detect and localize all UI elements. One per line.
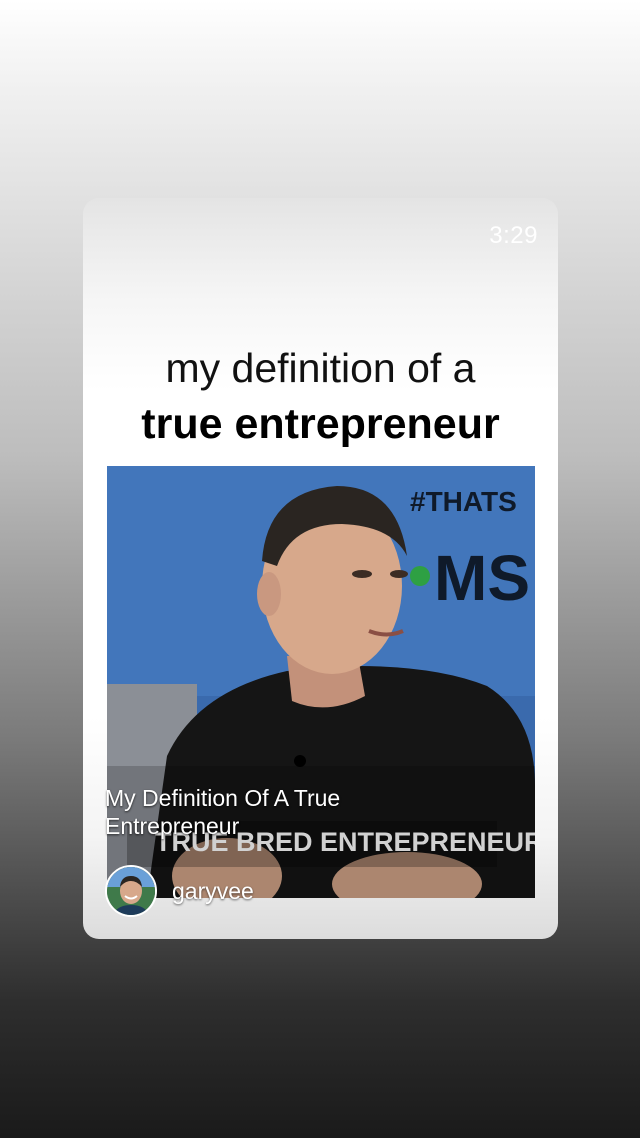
backdrop-logo-text: MS [434, 542, 530, 614]
headline-line-2: true entrepreneur [141, 400, 500, 448]
channel-avatar-icon [107, 867, 155, 915]
backdrop-hashtag: #THATS [410, 486, 517, 517]
headline-line-1: my definition of a [165, 345, 476, 391]
channel-avatar[interactable] [105, 865, 157, 917]
channel-name[interactable]: garyvee [172, 878, 254, 905]
video-duration: 3:29 [489, 222, 538, 249]
video-title[interactable]: My Definition Of A True Entrepreneur [105, 784, 425, 840]
story-card[interactable]: 3:29 my definition of a true entrepreneu… [83, 198, 558, 939]
backdrop-logo-dot [410, 566, 430, 586]
